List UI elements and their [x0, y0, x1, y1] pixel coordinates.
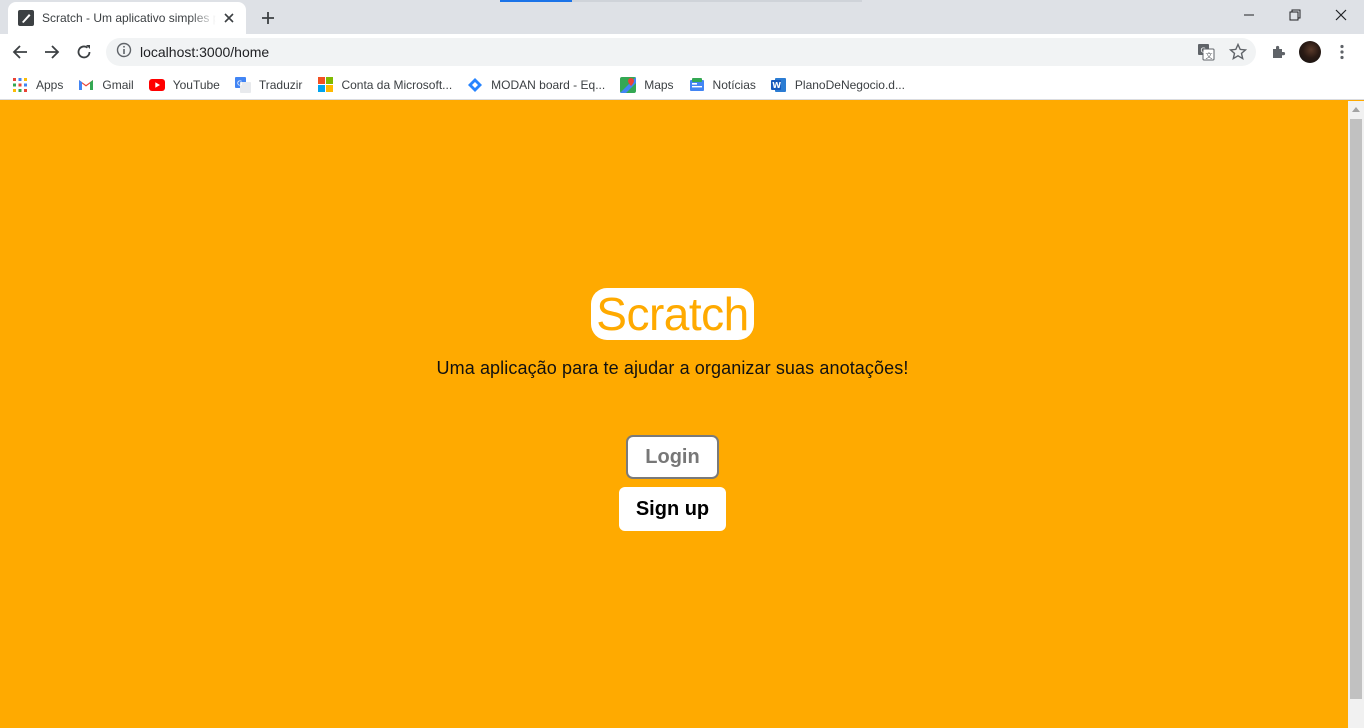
pencil-icon	[18, 10, 34, 26]
bookmark-youtube[interactable]: YouTube	[148, 73, 227, 97]
tab-strip-highlight	[500, 0, 572, 2]
word-icon: W	[770, 77, 787, 93]
tab-title: Scratch - Um aplicativo simples para	[42, 11, 217, 25]
bookmark-maps[interactable]: Maps	[620, 73, 680, 97]
translate-page-icon[interactable]: G文	[1192, 38, 1220, 66]
gmail-icon	[78, 77, 94, 93]
apps-grid-icon	[12, 77, 28, 93]
signup-button[interactable]: Sign up	[619, 487, 726, 531]
bookmark-label: MODAN board - Eq...	[491, 77, 606, 92]
translate-icon: G	[234, 76, 251, 93]
bookmarks-bar: Apps Gmail YouTube G Traduzir Conta da M…	[0, 70, 1364, 100]
bookmark-microsoft[interactable]: Conta da Microsoft...	[317, 73, 459, 97]
bookmark-modan-board[interactable]: MODAN board - Eq...	[467, 73, 612, 97]
address-bar[interactable]: localhost:3000/home	[106, 38, 1256, 66]
back-arrow-icon[interactable]	[6, 38, 34, 66]
app-title: Scratch	[591, 288, 754, 340]
scrollbar-thumb[interactable]	[1350, 119, 1362, 699]
news-icon	[689, 77, 705, 93]
tab-strip: Scratch - Um aplicativo simples para	[0, 0, 1364, 34]
scroll-up-arrow-icon[interactable]	[1348, 101, 1364, 117]
vertical-scrollbar[interactable]	[1348, 101, 1364, 728]
bookmark-label: PlanoDeNegocio.d...	[794, 77, 905, 92]
browser-tab-active[interactable]: Scratch - Um aplicativo simples para	[8, 2, 246, 34]
forward-arrow-icon[interactable]	[38, 38, 66, 66]
bookmark-label: Conta da Microsoft...	[341, 77, 453, 92]
tab-strip-divider	[572, 0, 862, 2]
info-icon[interactable]	[116, 42, 132, 63]
close-tab-icon[interactable]	[220, 9, 238, 27]
microsoft-icon	[317, 77, 333, 93]
address-url: localhost:3000/home	[140, 44, 270, 60]
bookmark-star-icon[interactable]	[1224, 38, 1252, 66]
bookmark-label: YouTube	[172, 77, 220, 92]
browser-toolbar: localhost:3000/home G文	[0, 34, 1364, 70]
login-button[interactable]: Login	[626, 435, 719, 479]
restore-icon[interactable]	[1272, 0, 1318, 30]
bookmark-apps[interactable]: Apps	[12, 73, 70, 97]
svg-text:G: G	[237, 79, 242, 87]
bookmark-label: Apps	[36, 77, 64, 92]
bookmark-noticias[interactable]: Notícias	[689, 73, 763, 97]
page-viewport: Scratch Uma aplicação para te ajudar a o…	[0, 101, 1348, 728]
bookmark-label: Gmail	[102, 77, 134, 92]
app-subtitle: Uma aplicação para te ajudar a organizar…	[436, 358, 909, 378]
svg-text:文: 文	[1206, 51, 1213, 60]
bookmark-label: Notícias	[712, 77, 756, 92]
extensions-icon[interactable]	[1264, 38, 1292, 66]
profile-avatar[interactable]	[1299, 41, 1321, 63]
close-window-icon[interactable]	[1318, 0, 1364, 30]
svg-text:W: W	[772, 81, 781, 90]
maps-icon	[620, 76, 637, 93]
jira-icon	[467, 77, 483, 93]
bookmark-plano-de-negocio[interactable]: W PlanoDeNegocio.d...	[770, 73, 912, 97]
reload-icon[interactable]	[70, 38, 98, 66]
youtube-icon	[148, 77, 165, 93]
bookmark-label: Maps	[644, 77, 674, 92]
new-tab-icon[interactable]	[256, 6, 280, 30]
kebab-menu-icon[interactable]	[1328, 38, 1356, 66]
bookmark-traduzir[interactable]: G Traduzir	[234, 73, 310, 97]
minimize-icon[interactable]	[1226, 0, 1272, 30]
bookmark-gmail[interactable]: Gmail	[78, 73, 140, 97]
bookmark-label: Traduzir	[258, 77, 303, 92]
